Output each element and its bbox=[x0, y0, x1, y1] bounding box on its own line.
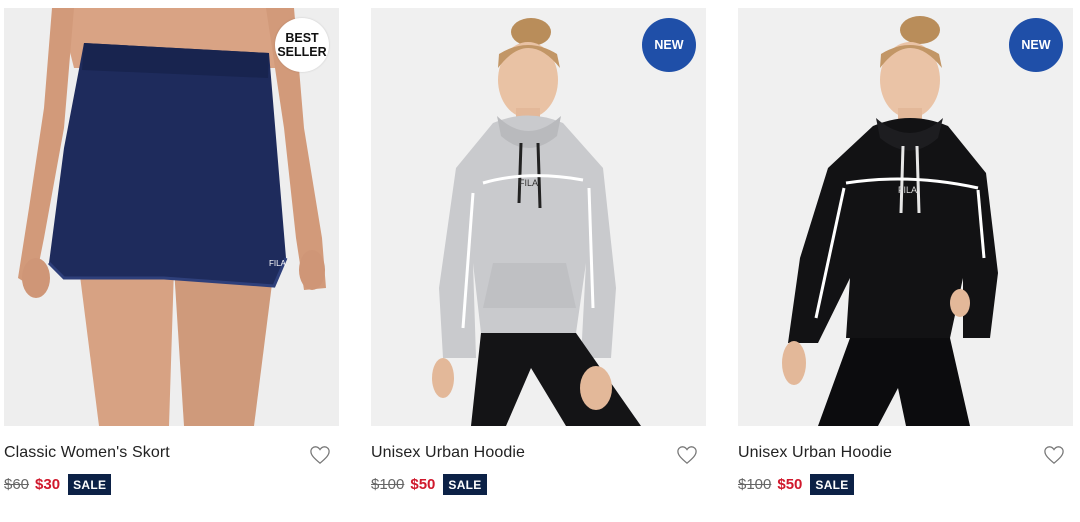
svg-text:FILA: FILA bbox=[519, 178, 538, 188]
price-row: $100 $50 SALE bbox=[371, 474, 487, 495]
product-title[interactable]: Classic Women's Skort bbox=[4, 444, 170, 462]
best-seller-badge: BEST SELLER bbox=[275, 18, 329, 72]
original-price: $60 bbox=[4, 476, 30, 493]
grey-hoodie-photo: FILA bbox=[371, 8, 706, 426]
original-price: $100 bbox=[738, 476, 772, 493]
sale-price: $30 bbox=[35, 476, 61, 493]
product-image[interactable]: FILA BEST SELLER bbox=[4, 8, 339, 426]
heart-icon[interactable] bbox=[1043, 445, 1065, 465]
sale-tag: SALE bbox=[68, 474, 112, 495]
sale-tag: SALE bbox=[443, 474, 487, 495]
product-card[interactable]: FILA NEW Unisex Urban Hoodie $100 $50 SA… bbox=[371, 8, 706, 508]
sale-price: $50 bbox=[410, 476, 436, 493]
heart-icon[interactable] bbox=[676, 445, 698, 465]
sale-tag: SALE bbox=[810, 474, 854, 495]
price-row: $60 $30 SALE bbox=[4, 474, 112, 495]
product-card[interactable]: FILA BEST SELLER Classic Women's Skort $6… bbox=[4, 8, 339, 508]
svg-text:FILA: FILA bbox=[269, 259, 287, 268]
new-badge: NEW bbox=[1009, 18, 1063, 72]
sale-price: $50 bbox=[777, 476, 803, 493]
price-row: $100 $50 SALE bbox=[738, 474, 854, 495]
product-image[interactable]: FILA NEW bbox=[738, 8, 1073, 426]
product-card[interactable]: FILA NEW Unisex Urban Hoodie $100 $50 SA… bbox=[738, 8, 1073, 508]
new-badge: NEW bbox=[642, 18, 696, 72]
original-price: $100 bbox=[371, 476, 405, 493]
svg-text:FILA: FILA bbox=[898, 185, 917, 195]
black-hoodie-photo: FILA bbox=[738, 8, 1073, 426]
product-title[interactable]: Unisex Urban Hoodie bbox=[738, 444, 892, 462]
skort-photo: FILA bbox=[4, 8, 339, 426]
product-title[interactable]: Unisex Urban Hoodie bbox=[371, 444, 525, 462]
product-image[interactable]: FILA NEW bbox=[371, 8, 706, 426]
heart-icon[interactable] bbox=[309, 445, 331, 465]
